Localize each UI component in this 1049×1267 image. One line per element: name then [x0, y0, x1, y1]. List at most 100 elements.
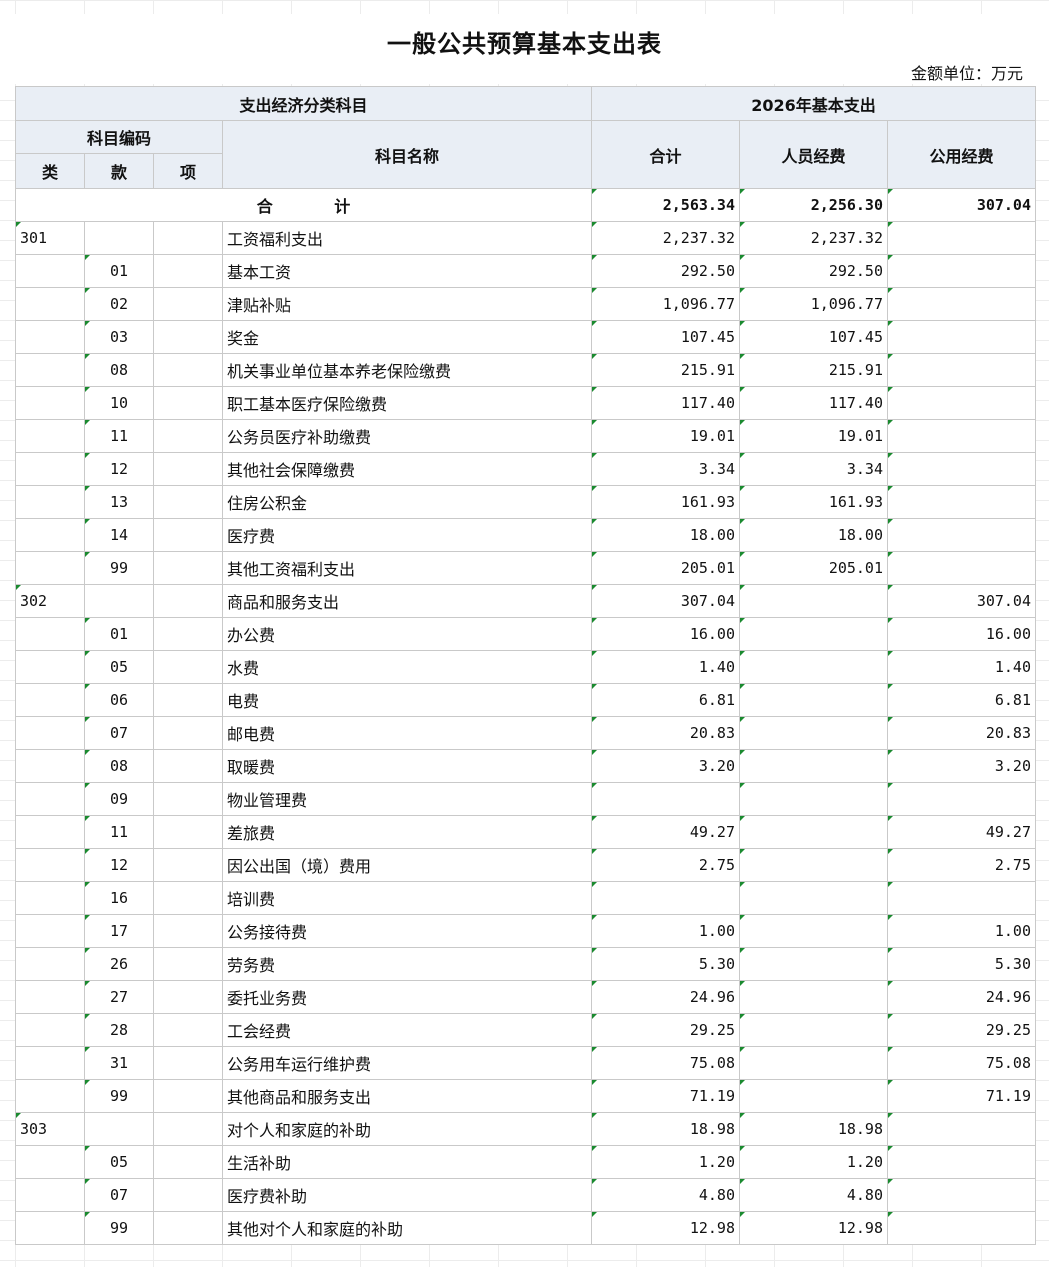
- cell-total[interactable]: 19.01: [591, 419, 740, 453]
- cell-personnel[interactable]: 1.20: [739, 1145, 888, 1179]
- header-econ-class[interactable]: 支出经济分类科目: [15, 86, 592, 121]
- cell-name[interactable]: 因公出国（境）费用: [222, 848, 592, 882]
- cell-total[interactable]: 1,096.77: [591, 287, 740, 321]
- cell-xiang[interactable]: [153, 617, 223, 651]
- cell-kuan[interactable]: 08: [84, 353, 154, 387]
- cell-public[interactable]: [887, 386, 1036, 420]
- cell-name[interactable]: 电费: [222, 683, 592, 717]
- header-xiang[interactable]: 项: [153, 153, 223, 189]
- cell-name[interactable]: 其他对个人和家庭的补助: [222, 1211, 592, 1245]
- cell-xiang[interactable]: [153, 518, 223, 552]
- cell-kuan[interactable]: 08: [84, 749, 154, 783]
- cell-kuan[interactable]: 01: [84, 254, 154, 288]
- header-public[interactable]: 公用经费: [887, 120, 1036, 189]
- cell-public[interactable]: [887, 221, 1036, 255]
- cell-kuan[interactable]: 28: [84, 1013, 154, 1047]
- cell-lei[interactable]: [15, 881, 85, 915]
- cell-name[interactable]: 水费: [222, 650, 592, 684]
- cell-kuan[interactable]: 06: [84, 683, 154, 717]
- cell-personnel[interactable]: 3.34: [739, 452, 888, 486]
- cell-name[interactable]: 培训费: [222, 881, 592, 915]
- header-total[interactable]: 合计: [591, 120, 740, 189]
- cell-public[interactable]: 16.00: [887, 617, 1036, 651]
- cell-personnel[interactable]: 1,096.77: [739, 287, 888, 321]
- cell-kuan[interactable]: 03: [84, 320, 154, 354]
- cell-personnel[interactable]: 117.40: [739, 386, 888, 420]
- cell-total[interactable]: 292.50: [591, 254, 740, 288]
- cell-kuan[interactable]: 13: [84, 485, 154, 519]
- header-kuan[interactable]: 款: [84, 153, 154, 189]
- cell-xiang[interactable]: [153, 914, 223, 948]
- cell-lei[interactable]: [15, 353, 85, 387]
- cell-lei[interactable]: [15, 1013, 85, 1047]
- cell-total[interactable]: 2,237.32: [591, 221, 740, 255]
- cell-lei[interactable]: [15, 386, 85, 420]
- cell-total[interactable]: 1.00: [591, 914, 740, 948]
- header-name[interactable]: 科目名称: [222, 120, 592, 189]
- cell-kuan[interactable]: 12: [84, 452, 154, 486]
- cell-lei[interactable]: [15, 485, 85, 519]
- cell-lei[interactable]: [15, 254, 85, 288]
- cell-name[interactable]: 办公费: [222, 617, 592, 651]
- cell-name[interactable]: 委托业务费: [222, 980, 592, 1014]
- cell-public[interactable]: 75.08: [887, 1046, 1036, 1080]
- cell-public[interactable]: 1.00: [887, 914, 1036, 948]
- cell-public[interactable]: [887, 320, 1036, 354]
- cell-xiang[interactable]: [153, 1112, 223, 1146]
- cell-xiang[interactable]: [153, 815, 223, 849]
- cell-personnel[interactable]: [739, 947, 888, 981]
- cell-total[interactable]: [591, 782, 740, 816]
- cell-total[interactable]: [591, 881, 740, 915]
- cell-xiang[interactable]: [153, 881, 223, 915]
- cell-lei[interactable]: [15, 452, 85, 486]
- cell-name[interactable]: 工资福利支出: [222, 221, 592, 255]
- cell-public[interactable]: [887, 452, 1036, 486]
- cell-xiang[interactable]: [153, 551, 223, 585]
- cell-public[interactable]: [887, 485, 1036, 519]
- cell-name[interactable]: 取暖费: [222, 749, 592, 783]
- cell-lei[interactable]: [15, 650, 85, 684]
- cell-name[interactable]: 商品和服务支出: [222, 584, 592, 618]
- cell-lei[interactable]: [15, 782, 85, 816]
- cell-public[interactable]: 20.83: [887, 716, 1036, 750]
- header-personnel[interactable]: 人员经费: [739, 120, 888, 189]
- cell-personnel[interactable]: [739, 1079, 888, 1113]
- cell-xiang[interactable]: [153, 1079, 223, 1113]
- cell-public[interactable]: 6.81: [887, 683, 1036, 717]
- total-personnel[interactable]: 2,256.30: [739, 188, 888, 222]
- cell-public[interactable]: [887, 518, 1036, 552]
- cell-name[interactable]: 其他商品和服务支出: [222, 1079, 592, 1113]
- cell-public[interactable]: [887, 881, 1036, 915]
- cell-personnel[interactable]: [739, 1046, 888, 1080]
- cell-personnel[interactable]: 292.50: [739, 254, 888, 288]
- cell-kuan[interactable]: 16: [84, 881, 154, 915]
- cell-xiang[interactable]: [153, 320, 223, 354]
- cell-xiang[interactable]: [153, 221, 223, 255]
- cell-total[interactable]: 161.93: [591, 485, 740, 519]
- cell-personnel[interactable]: 18.00: [739, 518, 888, 552]
- cell-xiang[interactable]: [153, 1013, 223, 1047]
- cell-total[interactable]: 12.98: [591, 1211, 740, 1245]
- cell-name[interactable]: 其他工资福利支出: [222, 551, 592, 585]
- cell-name[interactable]: 工会经费: [222, 1013, 592, 1047]
- cell-total[interactable]: 215.91: [591, 353, 740, 387]
- cell-personnel[interactable]: [739, 1013, 888, 1047]
- cell-total[interactable]: 29.25: [591, 1013, 740, 1047]
- cell-xiang[interactable]: [153, 650, 223, 684]
- cell-name[interactable]: 医疗费: [222, 518, 592, 552]
- cell-xiang[interactable]: [153, 947, 223, 981]
- cell-total[interactable]: 107.45: [591, 320, 740, 354]
- cell-public[interactable]: [887, 1145, 1036, 1179]
- cell-name[interactable]: 津贴补贴: [222, 287, 592, 321]
- cell-total[interactable]: 307.04: [591, 584, 740, 618]
- cell-kuan[interactable]: 11: [84, 815, 154, 849]
- cell-kuan[interactable]: 05: [84, 650, 154, 684]
- cell-xiang[interactable]: [153, 353, 223, 387]
- cell-lei[interactable]: [15, 1145, 85, 1179]
- cell-total[interactable]: 117.40: [591, 386, 740, 420]
- cell-name[interactable]: 公务接待费: [222, 914, 592, 948]
- cell-kuan[interactable]: 07: [84, 716, 154, 750]
- cell-lei[interactable]: [15, 617, 85, 651]
- cell-lei[interactable]: 302: [15, 584, 85, 618]
- cell-kuan[interactable]: 17: [84, 914, 154, 948]
